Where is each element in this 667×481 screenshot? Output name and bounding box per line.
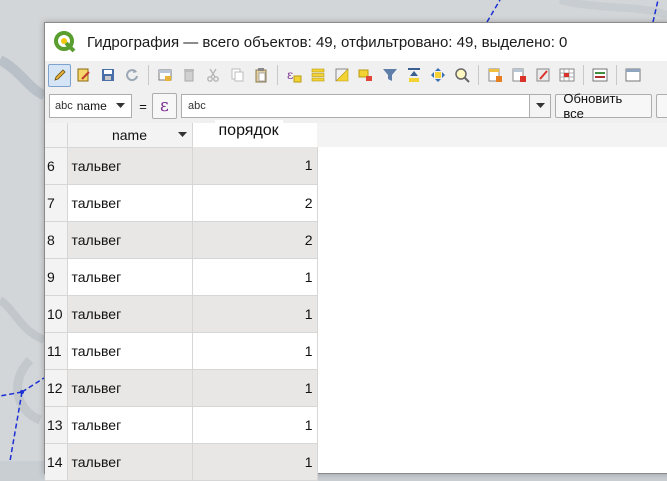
select-all-icon[interactable] [306, 64, 329, 87]
cell-order[interactable]: 1 [192, 443, 318, 481]
new-field-icon[interactable] [483, 64, 506, 87]
epsilon-icon: ε [159, 96, 169, 116]
cell-order[interactable]: 2 [192, 184, 318, 222]
row-number-header[interactable]: 13 [45, 406, 68, 444]
column-header-label: name [111, 126, 148, 143]
table-row[interactable]: 10 тальвег 1 [45, 295, 318, 333]
value-type-label: abc [188, 100, 206, 112]
svg-text:ε: ε [287, 68, 293, 82]
filter-bar: abc name = ε abc Обновить все [45, 91, 667, 121]
value-dropdown-button[interactable] [530, 94, 552, 118]
row-number-header[interactable]: 9 [45, 258, 68, 296]
chevron-down-icon [535, 103, 545, 108]
table-row[interactable]: 12 тальвег 1 [45, 369, 318, 407]
table-row[interactable]: 7 тальвег 2 [45, 184, 318, 222]
dock-table-icon[interactable] [588, 64, 611, 87]
deselect-all-icon[interactable] [354, 64, 377, 87]
column-header-order[interactable]: порядок [192, 120, 317, 147]
expression-button[interactable]: ε [151, 93, 177, 119]
row-number-header[interactable]: 12 [45, 369, 68, 407]
cell-order[interactable]: 1 [192, 332, 318, 370]
actions-icon[interactable] [621, 64, 644, 87]
table-row[interactable]: 8 тальвег 2 [45, 221, 318, 259]
multi-edit-icon[interactable] [72, 64, 95, 87]
zoom-to-selected-icon[interactable] [450, 64, 473, 87]
table-header-row: name порядок [45, 120, 317, 148]
cell-order[interactable]: 2 [192, 221, 318, 259]
toolbar-separator [478, 65, 479, 85]
field-calculator-icon[interactable] [531, 64, 554, 87]
cell-order[interactable]: 1 [192, 258, 318, 296]
update-selected-button[interactable] [655, 94, 667, 118]
table-row[interactable]: 6 тальвег 1 [45, 147, 318, 185]
field-select-dropdown[interactable]: abc name [49, 94, 133, 118]
reload-icon[interactable] [120, 64, 143, 87]
column-header-name[interactable]: name [67, 123, 193, 148]
row-number-header[interactable]: 14 [45, 443, 68, 481]
table-row[interactable]: 9 тальвег 1 [45, 258, 318, 296]
cell-name[interactable]: тальвег [67, 295, 193, 333]
attribute-table-window: Гидрография — всего объектов: 49, отфиль… [44, 22, 667, 481]
qgis-logo-icon [54, 31, 76, 53]
invert-selection-icon[interactable] [330, 64, 353, 87]
copy-icon[interactable] [225, 64, 248, 87]
chevron-down-icon [116, 103, 126, 108]
cell-name[interactable]: тальвег [67, 406, 193, 444]
row-number-header[interactable]: 6 [45, 147, 68, 185]
toolbar-separator [148, 65, 149, 85]
attribute-toolbar: ε [45, 61, 667, 89]
toolbar-separator [583, 65, 584, 85]
title-bar[interactable]: Гидрография — всего объектов: 49, отфиль… [45, 23, 667, 61]
table-row[interactable]: 14 тальвег 1 [45, 443, 318, 481]
filter-icon[interactable] [378, 64, 401, 87]
cell-name[interactable]: тальвег [67, 147, 193, 185]
cell-order[interactable]: 1 [192, 369, 318, 407]
toggle-editing-icon[interactable] [48, 63, 71, 87]
filter-value-input[interactable]: abc [181, 94, 531, 118]
update-all-button[interactable]: Обновить все [555, 91, 652, 121]
conditional-format-icon[interactable] [555, 64, 578, 87]
table-row[interactable]: 11 тальвег 1 [45, 332, 318, 370]
save-edits-icon[interactable] [96, 64, 119, 87]
toolbar-separator [616, 65, 617, 85]
column-header-edit-label[interactable]: порядок [214, 120, 283, 141]
cell-order[interactable]: 1 [192, 406, 318, 444]
cell-name[interactable]: тальвег [67, 184, 193, 222]
row-number-header[interactable]: 11 [45, 332, 68, 370]
corner-cell[interactable] [45, 123, 68, 148]
cell-order[interactable]: 1 [192, 295, 318, 333]
row-number-header[interactable]: 7 [45, 184, 68, 222]
cell-name[interactable]: тальвег [67, 443, 193, 481]
sort-descending-icon [177, 132, 187, 137]
row-number-header[interactable]: 10 [45, 295, 68, 333]
field-type-label: abc [55, 100, 73, 112]
select-by-expression-icon[interactable]: ε [282, 64, 305, 87]
cell-name[interactable]: тальвег [67, 221, 193, 259]
delete-feature-icon[interactable] [177, 64, 200, 87]
operator-label: = [139, 98, 147, 114]
table-header-filler [317, 123, 667, 147]
attribute-table[interactable]: name порядок 6 тальвег 1 7 тальвег 2 8 тальвег 2… [45, 120, 667, 481]
cell-name[interactable]: тальвег [67, 369, 193, 407]
add-feature-icon[interactable] [153, 64, 176, 87]
field-name-value: name [76, 99, 107, 113]
delete-field-icon[interactable] [507, 64, 530, 87]
table-row[interactable]: 13 тальвег 1 [45, 406, 318, 444]
cell-order[interactable]: 1 [192, 147, 318, 185]
cell-name[interactable]: тальвег [67, 258, 193, 296]
window-title: Гидрография — всего объектов: 49, отфиль… [87, 33, 568, 51]
paste-icon[interactable] [249, 64, 272, 87]
table-grid: name порядок 6 тальвег 1 7 тальвег 2 8 тальвег 2… [45, 120, 318, 481]
pan-to-selected-icon[interactable] [426, 64, 449, 87]
row-number-header[interactable]: 8 [45, 221, 68, 259]
cell-name[interactable]: тальвег [67, 332, 193, 370]
toolbar-separator [277, 65, 278, 85]
cut-icon[interactable] [201, 64, 224, 87]
move-selection-top-icon[interactable] [402, 64, 425, 87]
